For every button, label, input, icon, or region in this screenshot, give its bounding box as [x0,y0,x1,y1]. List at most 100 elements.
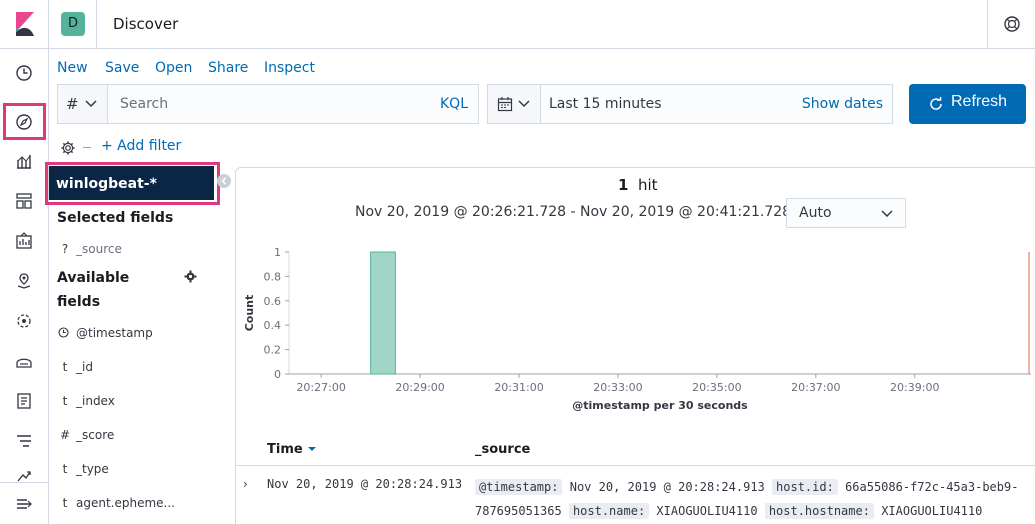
source-value-host-id-cont: 787695051365 [475,504,562,518]
source-key-timestamp: @timestamp: [475,479,563,495]
menu-inspect[interactable]: Inspect [264,60,315,76]
available-fields-title-line1: Available [57,270,130,286]
chevron-down-icon [881,210,893,218]
source-line-2: 787695051365 host.name: XIAOGUOLIU4110 h… [475,503,983,519]
nav-canvas[interactable] [0,221,48,261]
y-tick-label: 0.2 [264,344,282,357]
menu-collapse-icon [17,499,32,509]
nav-separator [0,482,48,483]
column-source-header: _source [475,442,531,457]
nav-maps[interactable] [0,261,48,301]
space-selector[interactable]: D [49,0,97,49]
dashboard-icon [16,193,32,209]
field-source[interactable]: _source [76,242,122,256]
field-index[interactable]: _index [76,394,115,408]
interval-value: Auto [799,205,832,221]
interval-select[interactable]: Auto [786,198,906,228]
x-axis-title: @timestamp per 30 seconds [572,399,748,412]
table-divider [236,465,1035,466]
collapse-sidebar-button[interactable] [217,174,231,188]
kibana-logo-icon [16,12,34,36]
date-picker: Last 15 minutes Show dates [487,84,893,124]
help-menu[interactable] [987,0,1035,49]
index-pattern-highlight-box [45,162,220,205]
space-avatar[interactable]: D [61,12,85,36]
x-tick-label: 20:35:00 [692,381,741,394]
refresh-button[interactable]: Refresh [909,84,1026,124]
time-range-text: Nov 20, 2019 @ 20:26:21.728 - Nov 20, 20… [355,204,810,220]
source-key-host-name: host.name: [568,503,650,519]
field-timestamp[interactable]: @timestamp [76,326,153,340]
row-time: Nov 20, 2019 @ 20:28:24.913 [267,477,463,491]
source-line-1: @timestamp: Nov 20, 2019 @ 20:28:24.913 … [475,479,1018,495]
x-tick-label: 20:29:00 [395,381,444,394]
field-score[interactable]: _score [76,428,114,442]
logs-icon [17,393,31,409]
visualize-icon [17,155,31,169]
sort-down-icon[interactable] [307,445,317,453]
nav-recent[interactable] [0,53,48,93]
hash-label: # [66,95,79,113]
y-tick-label: 0 [274,368,281,381]
nav-ml[interactable] [0,301,48,341]
x-tick-label: 20:37:00 [791,381,840,394]
infrastructure-icon [16,358,32,368]
machine-learning-icon [17,314,31,328]
x-tick-label: 20:31:00 [494,381,543,394]
x-tick-label: 20:27:00 [296,381,345,394]
source-value-host-hostname: XIAOGUOLIU4110 [881,504,983,518]
hit-count-number: 1 [618,176,629,194]
x-tick-label: 20:33:00 [593,381,642,394]
nav-infrastructure[interactable] [0,341,48,381]
row-expand-chevron-icon[interactable]: › [243,477,248,491]
clock-icon [16,65,32,81]
y-tick-label: 0.4 [264,319,282,332]
nav-dashboard[interactable] [0,181,48,221]
filter-divider [83,147,91,148]
kql-toggle[interactable]: KQL [440,96,468,112]
chevron-down-icon [85,100,97,108]
menu-share[interactable]: Share [208,60,248,76]
add-filter-link[interactable]: + Add filter [101,138,181,154]
field-type[interactable]: _type [76,462,109,476]
column-time-label: Time [267,442,303,457]
hit-count: 1 hit [618,176,658,194]
help-icon[interactable] [988,0,1035,49]
nav-apm[interactable] [0,421,48,461]
refresh-icon [930,97,942,110]
field-type-string: t [62,462,68,476]
histogram-chart: 0 0.2 0.4 0.6 0.8 1 20:27:00 20:29:00 20:31:00 20… [243,246,1031,412]
filter-settings-gear-icon[interactable] [60,140,76,156]
quick-select-button[interactable] [488,85,541,123]
x-tick-label: 20:39:00 [890,381,939,394]
histogram-bar [370,251,396,375]
saved-query-menu[interactable]: # [58,85,108,123]
show-dates-link[interactable]: Show dates [802,96,883,112]
date-range-label[interactable]: Last 15 minutes [549,96,662,112]
field-type-string: t [62,496,68,510]
nav-collapse[interactable] [0,484,48,524]
column-time-header[interactable]: Time [267,442,317,457]
maps-icon [17,273,31,289]
chevron-left-icon [221,177,227,185]
field-filter-gear-icon[interactable] [184,270,197,283]
field-agent-ephemeral[interactable]: agent.epheme... [76,496,175,510]
y-tick-label: 0.6 [264,295,282,308]
kibana-logo[interactable] [0,0,49,49]
y-tick-label: 0.8 [264,270,282,283]
field-type-string: t [62,360,68,374]
date-field-clock-icon [58,327,69,338]
refresh-label: Refresh [951,93,1008,110]
source-value-host-name: XIAOGUOLIU4110 [656,504,758,518]
search-input[interactable]: Search [120,96,168,112]
menu-save[interactable]: Save [105,60,139,76]
field-id[interactable]: _id [76,360,93,374]
nav-visualize[interactable] [0,141,48,181]
menu-new[interactable]: New [57,60,88,76]
nav-logs[interactable] [0,381,48,421]
hit-count-label: hit [637,176,658,194]
y-tick-label: 1 [274,246,281,259]
field-type-unknown: ? [61,242,69,256]
menu-open[interactable]: Open [155,60,192,76]
y-axis-title: Count [243,295,256,332]
